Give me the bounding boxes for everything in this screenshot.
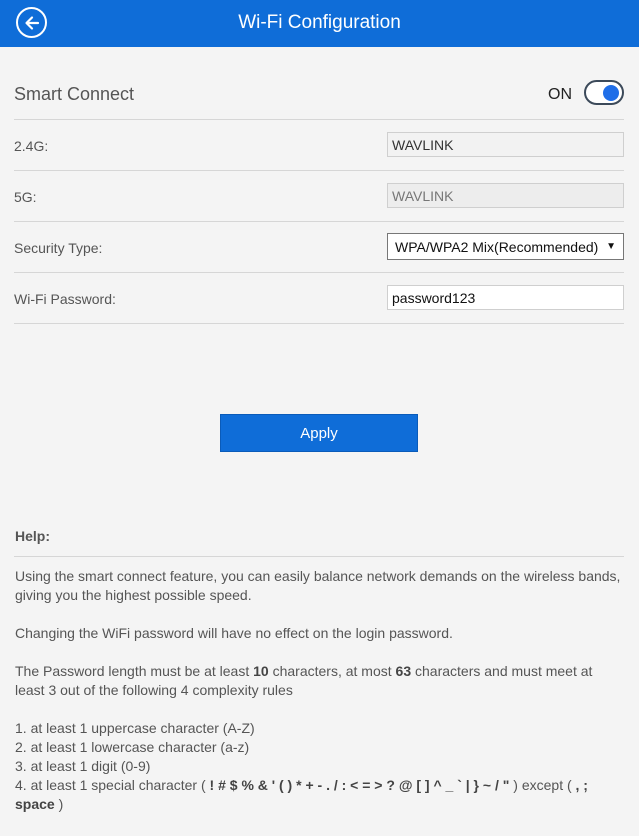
wifi-password-field[interactable]: password123 [387, 285, 624, 310]
min-length-value: 10 [253, 663, 269, 679]
max-length-value: 63 [395, 663, 412, 679]
smart-connect-label: Smart Connect [14, 84, 135, 104]
rule-item: 4. at least 1 special character ( ! # $ … [15, 777, 588, 812]
rule-item: 2. at least 1 lowercase character (a-z) [15, 739, 250, 755]
security-type-value: WPA/WPA2 Mix(Recommended) [395, 239, 599, 255]
help-divider [14, 556, 624, 557]
page-title: Wi-Fi Configuration [238, 12, 401, 33]
rule-item: 1. at least 1 uppercase character (A-Z) [15, 720, 255, 736]
dropdown-arrow-icon: ▼ [606, 241, 616, 252]
rule-item: 3. at least 1 digit (0-9) [15, 758, 151, 774]
band-5g-ssid-field[interactable]: WAVLINK [387, 183, 624, 208]
help-title: Help: [15, 528, 50, 544]
smart-connect-row: Smart Connect ON [14, 72, 624, 120]
help-smart-connect-text: Using the smart connect feature, you can… [15, 568, 621, 603]
security-type-label: Security Type: [14, 240, 103, 256]
wifi-password-label: Wi-Fi Password: [14, 291, 116, 307]
security-type-select[interactable]: WPA/WPA2 Mix(Recommended) ▼ [387, 233, 624, 260]
security-type-row: Security Type: WPA/WPA2 Mix(Recommended)… [14, 222, 624, 273]
help-login-password-text: Changing the WiFi password will have no … [15, 625, 453, 641]
special-characters: ! # $ % & ' ( ) * + - . / : < = > ? @ [ … [209, 777, 510, 793]
band-24g-label: 2.4G: [14, 138, 49, 154]
toggle-knob [603, 84, 619, 101]
wifi-password-row: Wi-Fi Password: password123 [14, 273, 624, 324]
complexity-rules-list: 1. at least 1 uppercase character (A-Z) … [15, 719, 625, 814]
apply-button[interactable]: Apply [220, 414, 418, 452]
band-24g-row: 2.4G: WAVLINK [14, 120, 624, 171]
smart-connect-state: ON [548, 86, 572, 103]
smart-connect-toggle[interactable] [584, 80, 624, 105]
band-24g-ssid-field[interactable]: WAVLINK [387, 132, 624, 157]
band-5g-label: 5G: [14, 189, 37, 205]
help-password-length-text: The Password length must be at least 10 … [15, 663, 593, 698]
band-5g-row: 5G: WAVLINK [14, 171, 624, 222]
top-bar: Wi-Fi Configuration [0, 0, 639, 47]
